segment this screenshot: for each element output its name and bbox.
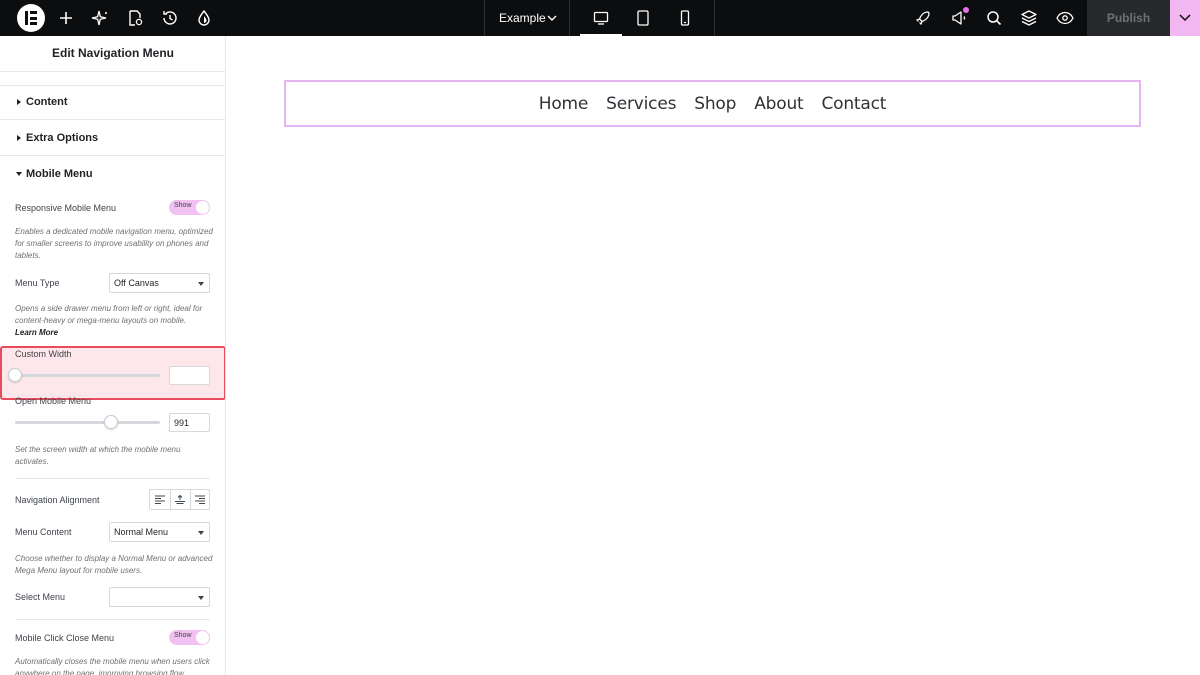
editor-top-bar: Example Publish [0, 0, 1200, 36]
structure-layers-icon[interactable] [1019, 8, 1039, 28]
align-left-icon [155, 495, 165, 504]
open-mobile-menu-slider-handle[interactable] [103, 415, 118, 429]
custom-width-slider-track[interactable] [15, 374, 160, 377]
page-settings-icon[interactable] [125, 8, 145, 28]
divider [15, 478, 210, 479]
tablet-icon [637, 10, 649, 26]
history-icon[interactable] [160, 8, 180, 28]
device-mobile-button[interactable] [664, 0, 706, 36]
select-value: Off Canvas [114, 278, 159, 288]
mobile-click-close-menu-label: Mobile Click Close Menu [15, 633, 115, 643]
device-tablet-button[interactable] [622, 0, 664, 36]
align-center-icon [175, 495, 185, 504]
select-value: Normal Menu [114, 527, 169, 537]
open-mobile-menu-label: Open Mobile Menu [15, 396, 92, 406]
editor-canvas: Home Services Shop About Contact [227, 36, 1200, 675]
search-icon[interactable] [984, 8, 1004, 28]
menu-content-select[interactable]: Normal Menu [109, 522, 210, 542]
navigation-alignment-buttons [149, 489, 210, 510]
responsive-mobile-menu-toggle[interactable]: Show [169, 200, 210, 215]
open-mobile-menu-slider-track[interactable] [15, 421, 160, 424]
toggle-label: Show [174, 202, 192, 209]
publish-button[interactable]: Publish [1087, 0, 1170, 36]
responsive-mobile-menu-label: Responsive Mobile Menu [15, 203, 117, 213]
caret-down-icon [16, 172, 22, 176]
dropdown-arrow-icon [198, 282, 204, 286]
section-label: Content [26, 96, 68, 108]
caret-right-icon [17, 135, 21, 141]
navigation-menu-widget[interactable]: Home Services Shop About Contact [284, 80, 1141, 127]
widget-settings-panel: Edit Navigation Menu Content Extra Optio… [0, 36, 226, 675]
theme-style-icon[interactable] [194, 8, 214, 28]
toggle-knob [196, 201, 209, 214]
toggle-knob [196, 631, 209, 644]
mobile-click-close-menu-description: Automatically closes the mobile menu whe… [15, 657, 210, 675]
dropdown-arrow-icon [198, 531, 204, 535]
nav-menu: Home Services Shop About Contact [286, 82, 1139, 125]
menu-content-description: Choose whether to display a Normal Menu … [15, 554, 213, 575]
menu-type-select[interactable]: Off Canvas [109, 273, 210, 293]
select-menu-label: Select Menu [15, 592, 66, 602]
section-label: Mobile Menu [26, 168, 93, 180]
nav-item-services[interactable]: Services [606, 94, 676, 114]
mobile-click-close-menu-toggle[interactable]: Show [169, 630, 210, 645]
section-mobile-menu[interactable]: Mobile Menu [0, 158, 225, 192]
menu-type-label: Menu Type [15, 278, 60, 288]
ai-sparkle-icon[interactable] [90, 8, 110, 28]
align-left-button[interactable] [150, 490, 170, 509]
toggle-label: Show [174, 632, 192, 639]
add-icon[interactable] [56, 8, 76, 28]
site-selector-dropdown[interactable]: Example [484, 0, 570, 36]
responsive-mobile-menu-description: Enables a dedicated mobile navigation me… [15, 227, 213, 260]
caret-right-icon [17, 99, 21, 105]
custom-width-label: Custom Width [15, 349, 72, 359]
learn-more-link[interactable]: Learn More [15, 328, 58, 337]
menu-content-label: Menu Content [15, 527, 72, 537]
nav-item-contact[interactable]: Contact [821, 94, 886, 114]
notification-dot [963, 7, 969, 13]
divider [15, 619, 210, 620]
panel-title: Edit Navigation Menu [0, 36, 225, 72]
custom-width-input[interactable] [169, 366, 210, 385]
elementor-logo[interactable] [17, 4, 45, 32]
preview-eye-icon[interactable] [1055, 8, 1075, 28]
align-right-icon [195, 495, 205, 504]
section-content[interactable]: Content [0, 86, 225, 120]
device-desktop-button[interactable] [580, 0, 622, 36]
menu-type-description: Opens a side drawer menu from left or ri… [15, 304, 203, 337]
nav-item-about[interactable]: About [754, 94, 803, 114]
toolbar-divider [714, 0, 715, 36]
custom-width-slider-handle[interactable] [8, 368, 22, 382]
publish-options-button[interactable] [1170, 0, 1200, 36]
align-center-button[interactable] [170, 490, 190, 509]
section-label: Extra Options [26, 132, 99, 144]
dropdown-arrow-icon [198, 596, 204, 600]
align-right-button[interactable] [190, 490, 210, 509]
mobile-icon [680, 10, 690, 26]
site-name: Example [499, 11, 546, 25]
section-extra-options[interactable]: Extra Options [0, 122, 225, 156]
open-mobile-menu-description: Set the screen width at which the mobile… [15, 445, 181, 466]
select-menu-dropdown[interactable] [109, 587, 210, 607]
navigation-alignment-label: Navigation Alignment [15, 495, 100, 505]
chevron-down-icon [547, 15, 557, 21]
nav-item-home[interactable]: Home [539, 94, 589, 114]
open-mobile-menu-input[interactable] [169, 413, 210, 432]
nav-item-shop[interactable]: Shop [694, 94, 736, 114]
chevron-down-icon [1179, 14, 1191, 22]
launchpad-icon[interactable] [913, 8, 933, 28]
desktop-icon [593, 11, 609, 25]
